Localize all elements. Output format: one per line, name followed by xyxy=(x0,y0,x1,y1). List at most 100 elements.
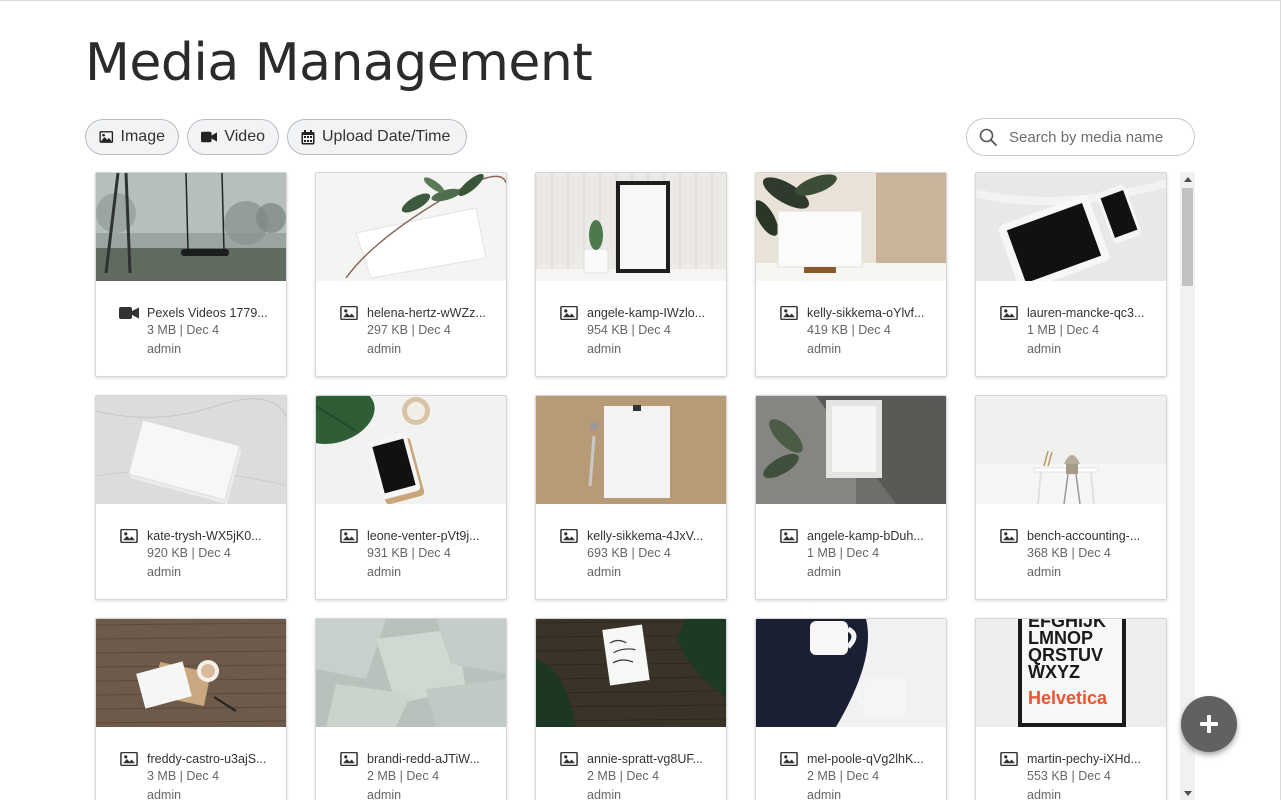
media-title-row: Pexels Videos 1779... xyxy=(119,304,279,321)
media-uploader: admin xyxy=(587,565,622,579)
media-title-row: angele-kamp-IWzlo... xyxy=(559,304,719,321)
media-card[interactable]: helena-hertz-wWZz... 297 KB | Dec 4 admi… xyxy=(315,172,507,377)
media-card[interactable]: bench-accounting-... 368 KB | Dec 4 admi… xyxy=(975,395,1167,600)
media-name: kelly-sikkema-4JxV... xyxy=(587,528,704,543)
media-title-row: kate-trysh-WX5jK0... xyxy=(119,527,279,544)
media-size: 2 MB xyxy=(807,769,837,783)
top-border xyxy=(0,0,1281,1)
image-icon xyxy=(1000,528,1018,543)
search-box[interactable] xyxy=(966,118,1195,156)
media-size: 2 MB xyxy=(587,769,617,783)
media-name: lauren-mancke-qc3... xyxy=(1027,305,1145,320)
media-name: mel-poole-qVg2lhK... xyxy=(807,751,924,766)
media-card[interactable]: angele-kamp-IWzlo... 954 KB | Dec 4 admi… xyxy=(535,172,727,377)
media-uploader: admin xyxy=(147,342,182,356)
media-size: 3 MB xyxy=(147,323,177,337)
media-title-row: kelly-sikkema-4JxV... xyxy=(559,527,719,544)
media-card[interactable]: lauren-mancke-qc3... 1 MB | Dec 4 admin xyxy=(975,172,1167,377)
media-title-row: helena-hertz-wWZz... xyxy=(339,304,499,321)
media-title-row: angele-kamp-bDuh... xyxy=(779,527,939,544)
add-media-button[interactable] xyxy=(1181,696,1237,752)
media-date: Dec 4 xyxy=(186,769,220,783)
poster-brand-text: Helvetica xyxy=(1028,688,1108,708)
svg-text:WXYZ: WXYZ xyxy=(1028,662,1080,682)
media-meta: kelly-sikkema-4JxV... 693 KB | Dec 4 adm… xyxy=(559,527,719,582)
media-size: 419 KB xyxy=(807,323,849,337)
media-uploader: admin xyxy=(807,788,842,800)
media-thumbnail xyxy=(316,619,506,727)
filter-video-button[interactable]: Video xyxy=(187,119,279,155)
media-size: 931 KB xyxy=(367,546,409,560)
media-date: Dec 4 xyxy=(626,769,660,783)
media-thumbnail xyxy=(536,396,726,504)
media-uploader: admin xyxy=(807,565,842,579)
media-size: 693 KB xyxy=(587,546,629,560)
media-date: Dec 4 xyxy=(186,323,220,337)
media-name: leone-venter-pVt9j... xyxy=(367,528,480,543)
filter-upload-date-button[interactable]: Upload Date/Time xyxy=(287,119,467,155)
media-card[interactable]: EFGHIJK LMNOP QRSTUV WXYZ Helvetica mart… xyxy=(975,618,1167,800)
media-uploader: admin xyxy=(147,565,182,579)
filter-image-button[interactable]: Image xyxy=(85,119,179,155)
search-input[interactable] xyxy=(1007,127,1181,147)
media-meta: mel-poole-qVg2lhK... 2 MB | Dec 4 admin xyxy=(779,750,939,800)
media-name: kate-trysh-WX5jK0... xyxy=(147,528,262,543)
media-size: 1 MB xyxy=(1027,323,1057,337)
media-uploader: admin xyxy=(1027,565,1062,579)
search-icon xyxy=(979,128,997,146)
media-name: brandi-redd-aJTiW... xyxy=(367,751,480,766)
media-name: angele-kamp-bDuh... xyxy=(807,528,924,543)
media-uploader: admin xyxy=(367,565,402,579)
media-card[interactable]: brandi-redd-aJTiW... 2 MB | Dec 4 admin xyxy=(315,618,507,800)
media-card[interactable]: Pexels Videos 1779... 3 MB | Dec 4 admin xyxy=(95,172,287,377)
media-thumbnail xyxy=(756,619,946,727)
image-icon xyxy=(340,751,358,766)
image-icon xyxy=(340,528,358,543)
media-title-row: freddy-castro-u3ajS... xyxy=(119,750,279,767)
media-size: 553 KB xyxy=(1027,769,1069,783)
media-card[interactable]: kelly-sikkema-oYlvf... 419 KB | Dec 4 ad… xyxy=(755,172,947,377)
image-icon xyxy=(560,305,578,320)
media-date: Dec 4 xyxy=(846,546,880,560)
media-thumbnail xyxy=(96,396,286,504)
media-name: bench-accounting-... xyxy=(1027,528,1141,543)
media-date: Dec 4 xyxy=(418,546,451,560)
image-icon xyxy=(99,131,114,143)
media-uploader: admin xyxy=(1027,788,1062,800)
media-card[interactable]: mel-poole-qVg2lhK... 2 MB | Dec 4 admin xyxy=(755,618,947,800)
media-card[interactable]: annie-spratt-vg8UF... 2 MB | Dec 4 admin xyxy=(535,618,727,800)
media-meta: helena-hertz-wWZz... 297 KB | Dec 4 admi… xyxy=(339,304,499,359)
media-name: martin-pechy-iXHd... xyxy=(1027,751,1141,766)
media-size: 954 KB xyxy=(587,323,629,337)
image-icon xyxy=(1000,751,1018,766)
image-icon xyxy=(120,528,138,543)
media-card[interactable]: freddy-castro-u3ajS... 3 MB | Dec 4 admi… xyxy=(95,618,287,800)
media-card[interactable]: angele-kamp-bDuh... 1 MB | Dec 4 admin xyxy=(755,395,947,600)
media-date: Dec 4 xyxy=(418,323,451,337)
media-thumbnail xyxy=(756,173,946,281)
media-size-date: 693 KB | Dec 4 xyxy=(587,546,671,560)
scrollbar-thumb[interactable] xyxy=(1182,188,1193,286)
media-title-row: kelly-sikkema-oYlvf... xyxy=(779,304,939,321)
media-card[interactable]: leone-venter-pVt9j... 931 KB | Dec 4 adm… xyxy=(315,395,507,600)
scroll-up-arrow-icon[interactable] xyxy=(1180,172,1195,186)
video-camera-icon xyxy=(201,131,218,143)
plus-icon xyxy=(1200,715,1218,733)
media-date: Dec 4 xyxy=(198,546,231,560)
media-size: 297 KB xyxy=(367,323,409,337)
scroll-down-arrow-icon[interactable] xyxy=(1180,786,1195,800)
media-size-date: 2 MB | Dec 4 xyxy=(807,769,880,783)
media-uploader: admin xyxy=(587,788,622,800)
media-thumbnail xyxy=(976,396,1166,504)
media-name: angele-kamp-IWzlo... xyxy=(587,305,706,320)
media-card[interactable]: kelly-sikkema-4JxV... 693 KB | Dec 4 adm… xyxy=(535,395,727,600)
media-size-date: 3 MB | Dec 4 xyxy=(147,323,220,337)
image-icon xyxy=(340,305,358,320)
media-uploader: admin xyxy=(587,342,622,356)
image-icon xyxy=(560,528,578,543)
media-size-date: 1 MB | Dec 4 xyxy=(807,546,880,560)
media-size-date: 931 KB | Dec 4 xyxy=(367,546,451,560)
media-name: helena-hertz-wWZz... xyxy=(367,305,486,320)
media-title-row: martin-pechy-iXHd... xyxy=(999,750,1159,767)
media-card[interactable]: kate-trysh-WX5jK0... 920 KB | Dec 4 admi… xyxy=(95,395,287,600)
